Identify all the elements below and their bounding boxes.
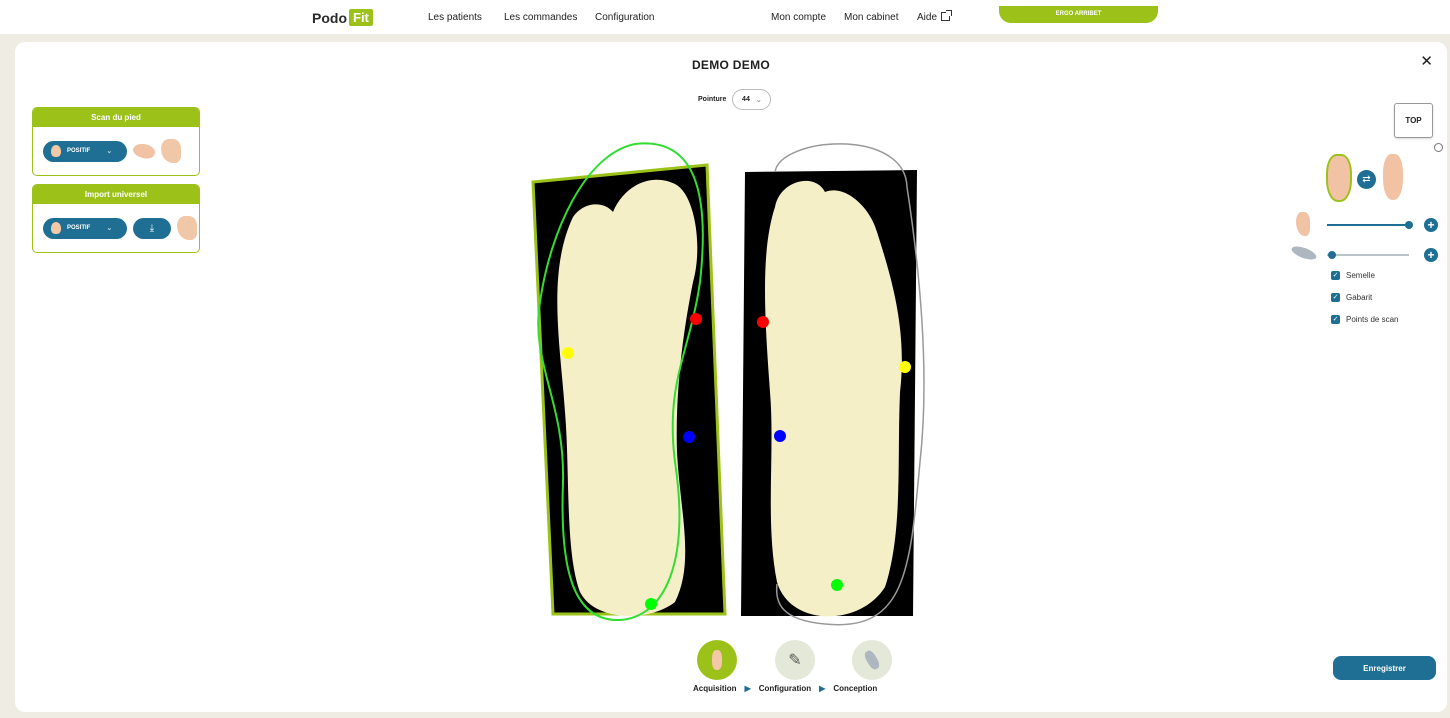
sole-slider-thumb[interactable] [1328,251,1336,259]
user-badge[interactable]: ERGO ARRIBET [999,6,1158,23]
foot-side-scan-icon[interactable] [131,140,157,162]
arrow-right-icon: ▶ [744,684,751,693]
import-card-body: POSITIF ⌄ ⤓ [33,204,199,252]
right-scan-point-red [757,316,769,328]
foot-plus-button[interactable]: + [1424,218,1438,232]
nav-link-cabinet[interactable]: Mon cabinet [844,12,898,23]
nav-link-help[interactable]: Aide [917,10,953,23]
step-acquisition-button[interactable] [697,640,737,680]
foot-slider-track[interactable] [1327,224,1409,226]
logo-badge: Fit [349,9,373,26]
right-scan-point-blue [774,430,786,442]
top-navigation-bar: Podo Fit Les patients Les commandes Conf… [0,0,1450,34]
download-button[interactable]: ⤓ [133,217,171,239]
close-icon[interactable]: ✕ [1420,52,1433,70]
step-conception-button[interactable] [852,640,892,680]
help-label: Aide [917,12,938,23]
logo-text: Podo [312,9,347,26]
foot-slider-thumb[interactable] [1405,221,1413,229]
import-card: Import universel POSITIF ⌄ ⤓ [32,184,200,253]
save-button[interactable]: Enregistrer [1333,656,1436,680]
pen-configuration-icon: ✎ [788,652,802,669]
left-scan-point-green [645,598,657,610]
step-label-configuration[interactable]: Configuration [759,684,811,693]
step-configuration-button[interactable]: ✎ [775,640,815,680]
nav-link-account[interactable]: Mon compte [771,12,826,23]
pointure-select[interactable]: 44 ⌄ [732,89,772,110]
podofit-logo[interactable]: Podo Fit [312,9,373,26]
step-label-conception[interactable]: Conception [833,684,877,693]
download-icon: ⤓ [149,222,155,234]
insole-conception-icon [862,648,882,672]
checkbox-gabarit[interactable]: ✓ Gabarit [1331,293,1372,302]
swap-icon[interactable]: ⇄ [1357,170,1376,189]
step-label-acquisition[interactable]: Acquisition [693,684,737,693]
view-radio[interactable] [1434,143,1443,152]
sole-opacity-icon [1290,243,1318,263]
scan-card: Scan du pied POSITIF ⌄ [32,107,200,176]
scan-card-body: POSITIF ⌄ [33,127,199,175]
foot-icon [51,145,61,157]
import-mode-select[interactable]: POSITIF ⌄ [43,217,127,239]
nav-link-patients[interactable]: Les patients [428,12,482,23]
patient-name: DEMO DEMO [691,58,771,72]
nav-link-configuration[interactable]: Configuration [595,12,654,23]
right-foot-select-icon[interactable] [1383,154,1403,200]
pointure-value: 44 [742,96,750,103]
foot-top-scan-icon[interactable] [161,139,181,163]
foot-import-icon[interactable] [177,216,197,240]
pointure-label: Pointure [698,96,727,103]
scan-mode-select[interactable]: POSITIF ⌄ [43,140,127,162]
main-panel: DEMO DEMO ✕ Pointure 44 ⌄ Scan du pied P… [15,42,1447,712]
left-scan-point-yellow [562,347,574,359]
external-link-icon [941,10,953,21]
nav-link-orders[interactable]: Les commandes [504,12,577,23]
scan-mode-label: POSITIF [67,148,91,154]
check-icon: ✓ [1331,315,1340,324]
chevron-down-icon: ⌄ [106,225,113,232]
check-icon: ✓ [1331,293,1340,302]
top-view-button[interactable]: TOP [1394,103,1433,138]
checkbox-label: Gabarit [1346,293,1373,302]
check-icon: ✓ [1331,271,1340,280]
sole-slider-track[interactable] [1327,254,1409,256]
checkbox-semelle[interactable]: ✓ Semelle [1331,271,1375,280]
foot-acquisition-icon [712,650,722,670]
workflow-steps: Acquisition ▶ Configuration ▶ Conception [693,684,877,693]
checkbox-label: Points de scan [1346,315,1399,324]
checkbox-points-de-scan[interactable]: ✓ Points de scan [1331,315,1398,324]
right-scan-point-green [831,579,843,591]
foot-icon [51,222,61,234]
chevron-down-icon: ⌄ [106,148,113,155]
arrow-right-icon: ▶ [819,684,826,693]
foot-scan-viewer[interactable] [525,132,945,672]
sole-plus-button[interactable]: + [1424,248,1438,262]
left-scan-point-red [690,313,702,325]
left-foot-select-icon[interactable] [1326,154,1352,202]
import-card-title: Import universel [33,185,199,204]
checkbox-label: Semelle [1346,271,1375,280]
right-foot-scan [765,180,902,617]
import-mode-label: POSITIF [67,225,91,231]
chevron-down-icon: ⌄ [755,96,762,104]
foot-opacity-icon [1296,212,1310,236]
pointure-control: Pointure 44 ⌄ [698,89,772,110]
scan-card-title: Scan du pied [33,108,199,127]
right-scan-point-yellow [899,361,911,373]
left-scan-point-blue [683,431,695,443]
